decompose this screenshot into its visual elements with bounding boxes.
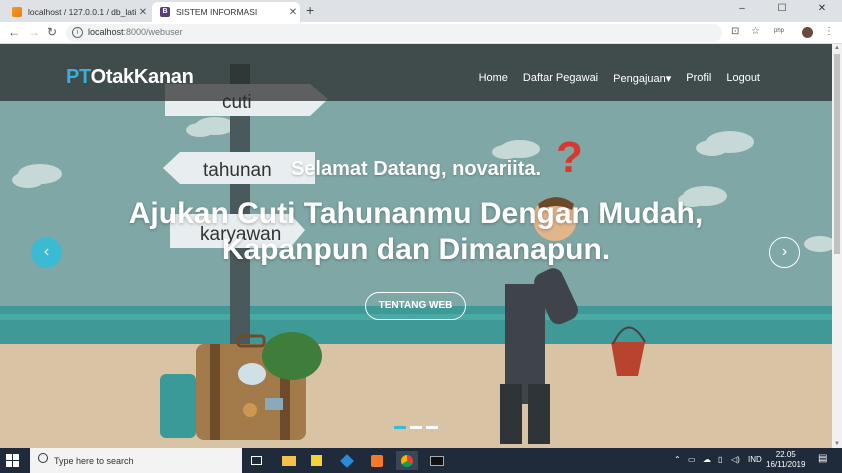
search-icon <box>38 453 48 463</box>
scroll-up-icon[interactable]: ▲ <box>834 45 840 51</box>
notifications-icon[interactable]: ▤ <box>818 453 827 464</box>
windows-start-icon[interactable] <box>6 454 19 467</box>
hero-headline-line-2: Kapanpun dan Dimanapun. <box>221 233 611 266</box>
search-placeholder: Type here to search <box>54 456 134 466</box>
bookmark-star-icon[interactable]: ☆ <box>751 26 760 37</box>
network-icon[interactable]: ▭ <box>688 455 696 464</box>
system-clock[interactable]: 22.05 16/11/2019 <box>766 450 805 470</box>
phpmyadmin-icon <box>12 7 22 17</box>
nav-logout[interactable]: Logout <box>726 72 760 85</box>
xampp-icon[interactable] <box>366 451 388 470</box>
taskbar-search-box[interactable]: Type here to search <box>30 448 242 473</box>
file-explorer-icon[interactable] <box>278 451 300 470</box>
browser-tab-phpmyadmin[interactable]: localhost / 127.0.0.1 / db_latihan ✕ <box>4 2 150 22</box>
php-extension-icon[interactable]: php <box>774 28 784 34</box>
scroll-down-icon[interactable]: ▼ <box>834 441 840 447</box>
battery-icon[interactable]: ▯ <box>718 455 722 464</box>
tab-title: localhost / 127.0.0.1 / db_latihan <box>28 7 136 17</box>
carousel-indicator[interactable] <box>426 426 438 429</box>
hat <box>262 332 322 380</box>
tab-title: SISTEM INFORMASI <box>176 7 258 17</box>
browser-tab-sistem-informasi[interactable]: B SISTEM INFORMASI ✕ <box>152 2 300 22</box>
welcome-text: Selamat Datang, novariita. <box>290 158 542 180</box>
browser-toolbar: ← → ↻ i localhost:8000/webuser ⊡ ☆ php ⋮ <box>0 22 842 44</box>
volume-icon[interactable]: ◁) <box>731 455 740 464</box>
cloud-icon[interactable]: ☁ <box>703 455 711 464</box>
minimize-button[interactable]: – <box>722 0 762 18</box>
menu-kebab-icon[interactable]: ⋮ <box>824 26 834 37</box>
new-tab-button[interactable]: + <box>306 2 314 18</box>
sand <box>0 344 832 448</box>
nav-menu: Home Daftar Pegawai Pengajuan▾ Profil Lo… <box>479 72 760 85</box>
scrollbar-thumb[interactable] <box>834 54 840 254</box>
clock-date: 16/11/2019 <box>766 460 806 469</box>
bootstrap-icon: B <box>160 7 170 17</box>
terminal-icon[interactable] <box>426 451 448 470</box>
boot <box>160 374 196 438</box>
back-icon[interactable]: ← <box>8 25 20 39</box>
site-info-icon[interactable]: i <box>72 27 83 38</box>
task-view-icon[interactable] <box>246 451 268 470</box>
sticky-notes-icon[interactable] <box>306 451 328 470</box>
tentang-web-button[interactable]: TENTANG WEB <box>365 292 466 320</box>
clock-time: 22.05 <box>775 450 796 459</box>
forward-icon[interactable]: → <box>28 25 40 39</box>
page-scrollbar[interactable]: ▲ ▼ <box>832 44 842 448</box>
profile-avatar-icon[interactable] <box>802 27 813 38</box>
close-tab-icon[interactable]: ✕ <box>286 7 300 18</box>
web-page: cuti tahunan karyawan ? PTOtakKanan Home… <box>0 44 832 448</box>
translate-icon[interactable]: ⊡ <box>731 26 739 37</box>
hero-headline: Ajukan Cuti Tahunanmu Dengan Mudah, Kapa… <box>0 196 832 268</box>
close-tab-icon[interactable]: ✕ <box>136 7 150 18</box>
carousel-next-button[interactable]: › <box>769 237 800 268</box>
nav-pengajuan-dropdown[interactable]: Pengajuan▾ <box>613 72 671 85</box>
nav-home[interactable]: Home <box>479 72 508 85</box>
site-navbar: PTOtakKanan Home Daftar Pegawai Pengajua… <box>0 44 832 101</box>
address-bar[interactable]: i localhost:8000/webuser <box>66 24 722 42</box>
nav-daftar-pegawai[interactable]: Daftar Pegawai <box>523 72 598 85</box>
hero-headline-line-1: Ajukan Cuti Tahunanmu Dengan Mudah, <box>128 197 704 230</box>
nav-profil[interactable]: Profil <box>686 72 711 85</box>
close-window-button[interactable]: ✕ <box>802 0 842 18</box>
carousel-indicators <box>394 426 438 429</box>
maximize-button[interactable]: ☐ <box>762 0 802 18</box>
browser-tab-strip: localhost / 127.0.0.1 / db_latihan ✕ B S… <box>0 0 842 22</box>
windows-taskbar: Type here to search ⌃ ▭ ☁ ▯ ◁) IND 22.05… <box>0 448 842 473</box>
carousel-indicator[interactable] <box>410 426 422 429</box>
language-indicator[interactable]: IND <box>748 455 762 464</box>
brand-logo[interactable]: PTOtakKanan <box>66 66 194 89</box>
url-text: localhost:8000/webuser <box>88 27 183 37</box>
carousel-prev-button[interactable]: ‹ <box>31 237 62 268</box>
chrome-icon[interactable] <box>396 451 418 470</box>
carousel-indicator[interactable] <box>394 426 406 429</box>
reload-icon[interactable]: ↻ <box>47 25 57 39</box>
tray-chevron-icon[interactable]: ⌃ <box>674 455 681 464</box>
vscode-icon[interactable] <box>336 451 358 470</box>
